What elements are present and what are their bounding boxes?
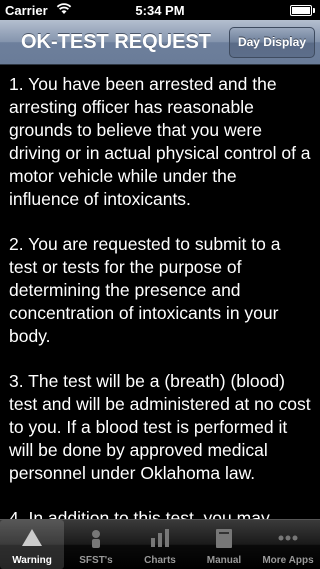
tab-more-apps[interactable]: More Apps [256, 520, 320, 569]
status-bar: Carrier 5:34 PM [0, 0, 320, 20]
paragraph-4: 4. In addition to this test, you may req… [9, 508, 270, 519]
paragraph-3: 3. The test will be a (breath) (blood) t… [9, 371, 311, 483]
tab-label: More Apps [262, 555, 314, 566]
manual-icon [212, 526, 236, 550]
tab-warning[interactable]: Warning [0, 520, 64, 569]
tab-label: Manual [206, 555, 242, 566]
battery-icon [290, 5, 315, 16]
charts-icon [148, 526, 172, 550]
tab-label: SFST's [79, 555, 113, 566]
tab-sfsts[interactable]: SFST's [64, 520, 128, 569]
tab-bar: Warning SFST's Charts Manual More Apps [0, 519, 320, 569]
paragraph-2: 2. You are requested to submit to a test… [9, 234, 281, 346]
warning-text-content[interactable]: 1. You have been arrested and the arrest… [0, 65, 320, 519]
tab-manual[interactable]: Manual [192, 520, 256, 569]
sfst-icon [84, 526, 108, 550]
navigation-bar: OK-TEST REQUEST Day Display [0, 20, 320, 65]
tab-label: Warning [12, 555, 52, 566]
tab-charts[interactable]: Charts [128, 520, 192, 569]
page-title: OK-TEST REQUEST [20, 31, 211, 53]
more-apps-icon [276, 526, 300, 550]
clock: 5:34 PM [135, 3, 185, 18]
paragraph-1: 1. You have been arrested and the arrest… [9, 74, 311, 209]
tab-label: Charts [144, 555, 176, 566]
warning-icon [20, 526, 44, 550]
day-display-button[interactable]: Day Display [228, 27, 315, 58]
